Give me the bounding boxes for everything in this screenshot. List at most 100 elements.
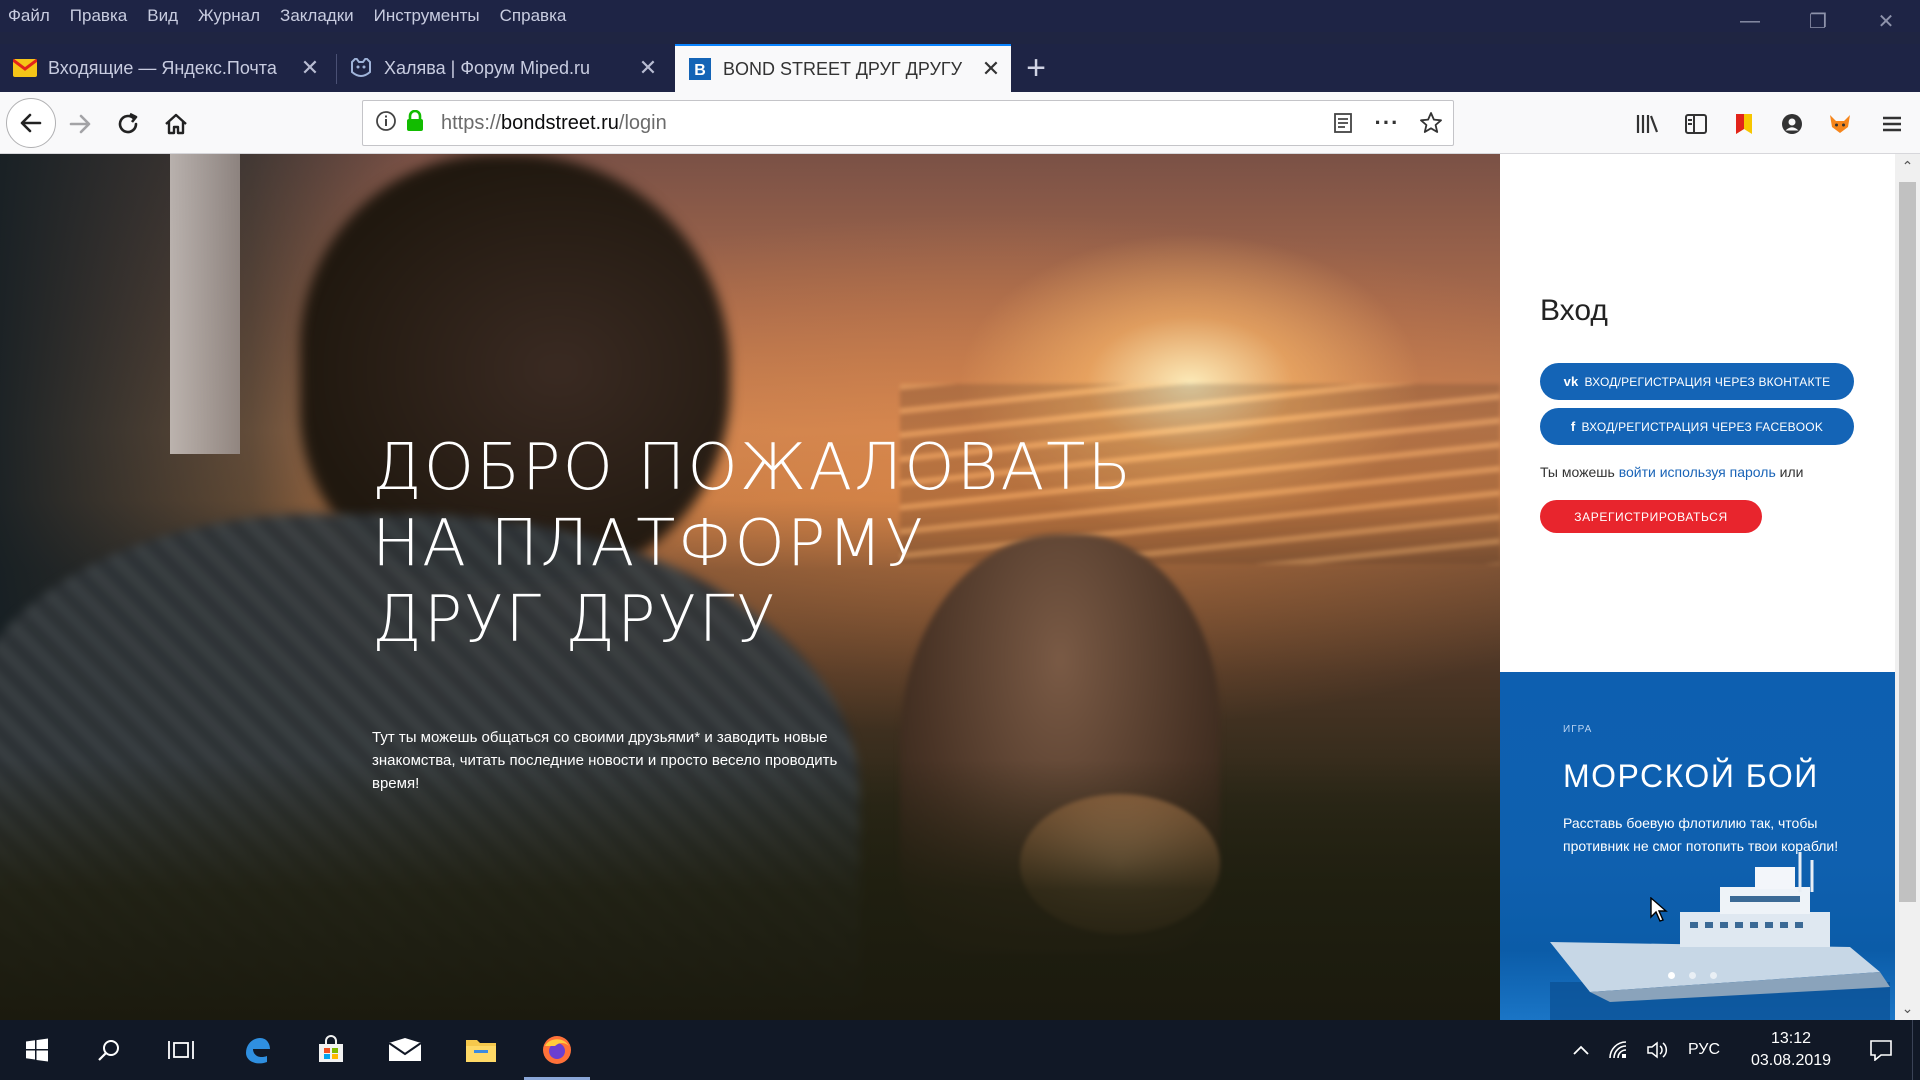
carousel-dot[interactable] [1668,972,1675,979]
menu-file[interactable]: Файл [0,0,60,32]
svg-text:B: B [694,62,706,79]
login-hint: Ты можешь войти используя пароль или [1540,464,1804,480]
menu-help[interactable]: Справка [490,0,577,32]
bondstreet-icon: B [687,58,713,80]
system-tray: РУС 13:12 03.08.2019 [1562,1020,1920,1080]
close-icon[interactable]: ✕ [290,55,330,81]
network-icon[interactable] [1600,1040,1638,1060]
clock-date: 03.08.2019 [1750,1052,1832,1069]
tab-bar: Входящие — Яндекс.Почта ✕ Халява | Форум… [0,44,1920,92]
scrollbar-thumb[interactable] [1899,182,1916,902]
reload-button[interactable] [106,102,150,146]
maximize-button[interactable]: ❐ [1784,0,1852,42]
hamburger-menu-icon[interactable] [1864,102,1920,146]
firefox-button[interactable] [520,1020,594,1080]
reader-view-icon[interactable] [1321,112,1365,134]
edge-icon [246,1038,270,1064]
hero-background-photo: ДОБРО ПОЖАЛОВАТЬ НА ПЛАТФОРМУ ДРУГ ДРУГУ… [0,154,1500,1020]
tab-yandex-mail[interactable]: Входящие — Яндекс.Почта ✕ [0,44,330,92]
login-panel: Вход vk ВХОД/РЕГИСТРАЦИЯ ЧЕРЕЗ ВКОНТАКТЕ… [1500,154,1895,672]
close-window-button[interactable]: ✕ [1852,0,1920,42]
info-icon[interactable] [375,110,397,137]
ship-illustration [1550,852,1890,1020]
vk-icon: vk [1563,374,1579,389]
task-view-icon [168,1041,194,1059]
promo-eyebrow: ИГРА [1563,724,1593,735]
chevron-up-icon[interactable] [1562,1044,1600,1056]
show-desktop-button[interactable] [1912,1020,1920,1080]
page-content: ДОБРО ПОЖАЛОВАТЬ НА ПЛАТФОРМУ ДРУГ ДРУГУ… [0,154,1920,1020]
window-controls: — ❐ ✕ [1716,0,1920,42]
url-text[interactable]: https://bondstreet.ru/login [441,112,667,135]
arrow-left-icon [20,113,42,133]
search-button[interactable] [72,1020,146,1080]
menu-tools[interactable]: Инструменты [364,0,490,32]
back-button[interactable] [6,98,56,148]
forward-button[interactable] [58,102,102,146]
carousel-dots [1668,972,1717,979]
mail-app-button[interactable] [368,1020,442,1080]
vk-login-button[interactable]: vk ВХОД/РЕГИСТРАЦИЯ ЧЕРЕЗ ВКОНТАКТЕ [1540,363,1854,400]
language-indicator[interactable]: РУС [1676,1041,1732,1059]
toolbar-right [1624,102,1920,146]
carousel-dot[interactable] [1689,972,1696,979]
file-explorer-button[interactable] [444,1020,518,1080]
store-icon [319,1035,343,1062]
chevron-up-icon[interactable]: ⌃ [1895,154,1920,178]
page-scrollbar[interactable]: ⌃ ⌄ [1895,154,1920,1020]
task-view-button[interactable] [144,1020,218,1080]
password-login-link[interactable]: войти используя пароль [1619,464,1776,480]
close-icon[interactable]: ✕ [971,56,1011,82]
arrow-right-icon [69,114,91,134]
sidebar-icon[interactable] [1672,102,1720,146]
clock[interactable]: 13:12 03.08.2019 [1732,1028,1850,1072]
start-button[interactable] [0,1020,74,1080]
promo-title: МОРСКОЙ БОЙ [1563,758,1819,794]
promo-banner-sea-battle[interactable]: ИГРА МОРСКОЙ БОЙ Расставь боевую флотили… [1500,672,1895,1020]
tab-bondstreet[interactable]: B BOND STREET ДРУГ ДРУГУ ✕ [675,44,1011,92]
bookmark-extension-icon[interactable] [1720,102,1768,146]
lock-icon[interactable] [405,109,425,137]
clock-time: 13:12 [1770,1030,1812,1047]
minimize-button[interactable]: — [1716,0,1784,42]
register-button[interactable]: ЗАРЕГИСТРИРОВАТЬСЯ [1540,500,1762,533]
menu-view[interactable]: Вид [137,0,188,32]
navigation-toolbar: https://bondstreet.ru/login ··· [0,92,1920,154]
hero-title: ДОБРО ПОЖАЛОВАТЬ НА ПЛАТФОРМУ ДРУГ ДРУГУ [372,431,1134,657]
chevron-down-icon[interactable]: ⌄ [1895,996,1920,1020]
menu-history[interactable]: Журнал [188,0,270,32]
menu-bar: Файл Правка Вид Журнал Закладки Инструме… [0,0,1920,32]
tab-miped-forum[interactable]: Халява | Форум Miped.ru ✕ [336,44,668,92]
home-button[interactable] [154,102,198,146]
library-icon[interactable] [1624,102,1672,146]
windows-taskbar: РУС 13:12 03.08.2019 [0,1020,1920,1080]
notifications-icon[interactable] [1850,1039,1912,1061]
url-bar[interactable]: https://bondstreet.ru/login ··· [362,100,1454,146]
home-icon [165,113,187,135]
mail-icon [12,57,38,79]
extension-fox-icon[interactable] [1816,102,1864,146]
edge-browser-button[interactable] [220,1020,294,1080]
reload-icon [118,112,138,134]
forum-icon [348,57,374,79]
login-title: Вход [1540,294,1608,327]
mouse-cursor-icon [1650,897,1668,922]
menu-edit[interactable]: Правка [60,0,137,32]
folder-icon [466,1040,496,1062]
facebook-icon: f [1570,419,1576,434]
envelope-icon [388,1038,422,1061]
search-icon [98,1040,119,1061]
carousel-dot[interactable] [1710,972,1717,979]
page-actions-icon[interactable]: ··· [1365,110,1409,136]
volume-icon[interactable] [1638,1040,1676,1060]
hero-description: Тут ты можешь общаться со своими друзьям… [372,729,838,792]
store-button[interactable] [294,1020,368,1080]
close-icon[interactable]: ✕ [628,55,668,81]
new-tab-button[interactable]: + [1012,44,1060,92]
facebook-login-button[interactable]: f ВХОД/РЕГИСТРАЦИЯ ЧЕРЕЗ FACEBOOK [1540,408,1854,445]
bookmark-star-icon[interactable] [1409,111,1453,135]
menu-bookmarks[interactable]: Закладки [270,0,364,32]
windows-logo-icon [26,1038,48,1062]
firefox-icon [543,1036,571,1064]
account-icon[interactable] [1768,102,1816,146]
